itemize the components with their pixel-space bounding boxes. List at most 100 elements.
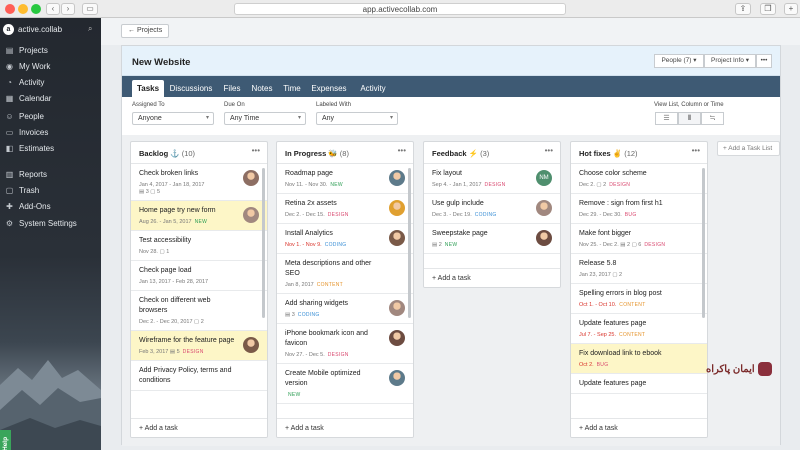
share-icon[interactable]: ⇪ (735, 3, 751, 15)
close-window-button[interactable] (5, 4, 15, 14)
list-view-icon[interactable]: ☰ (655, 112, 678, 125)
sidebar-toggle-icon[interactable]: ▭ (82, 3, 98, 15)
task-card[interactable]: Home page try new form Aug 26. - Jan 5, 2… (131, 201, 267, 231)
timeline-view-icon[interactable]: ≒ (701, 112, 724, 125)
task-card[interactable]: Retina 2x assets Dec 2. - Dec 15. DESIGN (277, 194, 413, 224)
back-button[interactable]: ‹ (46, 3, 60, 15)
view-mode-label: View List, Column or Time (654, 102, 724, 108)
assigned-to-select[interactable]: Anyone ▾ (132, 112, 214, 125)
sidebar-item-estimates[interactable]: ◧ Estimates (0, 140, 101, 156)
task-card[interactable]: Sweepstake page ▤ 2 NEW (424, 224, 560, 254)
projects-back-button[interactable]: ← Projects (121, 24, 170, 38)
task-column: Hot fixes ✌ (12) ••• Choose color scheme De… (570, 141, 708, 438)
sidebar-item-reports[interactable]: ▥ Reports (0, 166, 101, 182)
task-card[interactable]: Install Analytics Nov 1. - Nov 9. CODING (277, 224, 413, 254)
project-info-button[interactable]: Project Info ▾ (704, 54, 756, 68)
task-card[interactable]: Make font bigger Nov 25. - Dec 2. ▤ 2 ▢ 6… (571, 224, 707, 254)
add-task-list-button[interactable]: + Add a Task List (717, 141, 780, 156)
tab-notes[interactable]: Notes (248, 80, 276, 97)
column-count: (8) (339, 149, 349, 158)
column-title[interactable]: In Progress 🐝 (8) (285, 149, 349, 158)
task-card[interactable]: iPhone bookmark icon and favicon Nov 27. … (277, 324, 413, 364)
sidebar-item-my-work[interactable]: ◉ My Work (0, 58, 101, 74)
assignee-avatar[interactable] (389, 330, 405, 346)
new-tab-button[interactable]: + (784, 3, 798, 15)
task-card[interactable]: Fix download link to ebook Oct 2. BUG (571, 344, 707, 374)
search-icon[interactable]: ⌕ (88, 24, 92, 34)
column-scrollbar[interactable] (262, 168, 265, 318)
column-menu-button[interactable]: ••• (398, 146, 406, 155)
task-card[interactable]: Create Mobile optimized version NEW (277, 364, 413, 404)
assignee-avatar[interactable] (389, 370, 405, 386)
task-card[interactable]: Fix layout Sep 4. - Jan 1, 2017 DESIGN NM (424, 164, 560, 194)
task-card[interactable]: Spelling errors in blog post Oct 1. - Oct… (571, 284, 707, 314)
task-card[interactable]: Add Privacy Policy, terms and conditions (131, 361, 267, 391)
column-menu-button[interactable]: ••• (545, 146, 553, 155)
column-scrollbar[interactable] (408, 168, 411, 318)
help-tab[interactable]: Help (0, 430, 11, 450)
address-bar[interactable]: app.activecollab.com (234, 3, 566, 15)
task-card[interactable]: Check page load Jan 13, 2017 - Feb 28, 20… (131, 261, 267, 291)
task-card[interactable]: Meta descriptions and other SEO Jan 8, 20… (277, 254, 413, 294)
add-task-button[interactable]: + Add a task (571, 418, 707, 437)
column-menu-button[interactable]: ••• (692, 146, 700, 155)
assignee-avatar[interactable] (389, 200, 405, 216)
add-task-button[interactable]: + Add a task (131, 418, 267, 437)
task-card[interactable]: Test accessibility Nov 28. ▢ 1 (131, 231, 267, 261)
add-task-button[interactable]: + Add a task (424, 268, 560, 287)
assignee-avatar[interactable] (243, 170, 259, 186)
sidebar-item-invoices[interactable]: ▭ Invoices (0, 124, 101, 140)
assignee-avatar[interactable]: NM (536, 170, 552, 186)
tab-files[interactable]: Files (219, 80, 245, 97)
zoom-window-button[interactable] (31, 4, 41, 14)
column-title[interactable]: Backlog ⚓ (10) (139, 149, 195, 158)
task-card[interactable]: Check on different web browsers Dec 2. - … (131, 291, 267, 331)
tab-discussions[interactable]: Discussions (166, 80, 216, 97)
column-title[interactable]: Feedback ⚡ (3) (432, 149, 489, 158)
add-task-button[interactable]: + Add a task (277, 418, 413, 437)
sidebar-item-system-settings[interactable]: ⚙ System Settings (0, 215, 101, 231)
task-card[interactable]: Update features page (571, 374, 707, 394)
sidebar-item-projects[interactable]: ▤ Projects (0, 42, 101, 58)
task-title: Update features page (579, 320, 647, 327)
assignee-avatar[interactable] (536, 200, 552, 216)
tab-expenses[interactable]: Expenses (308, 80, 350, 97)
task-card[interactable]: Remove : sign from first h1 Dec 29. - Dec… (571, 194, 707, 224)
column-scrollbar[interactable] (702, 168, 705, 318)
column-title[interactable]: Hot fixes ✌ (12) (579, 149, 638, 158)
column-view-icon[interactable]: ⦀ (678, 112, 701, 125)
task-meta: Jan 23, 2017 ▢ 2 (579, 272, 699, 279)
task-card[interactable]: Roadmap page Nov 11. - Nov 30. NEW (277, 164, 413, 194)
sidebar-item-people[interactable]: ☺ People (0, 108, 101, 124)
sidebar-item-activity[interactable]: ◔ Activity (0, 74, 101, 90)
tab-tasks[interactable]: Tasks (132, 80, 164, 97)
tab-time[interactable]: Time (280, 80, 304, 97)
labeled-with-select[interactable]: Any ▾ (316, 112, 398, 125)
minimize-window-button[interactable] (18, 4, 28, 14)
forward-button[interactable]: › (61, 3, 75, 15)
assignee-avatar[interactable] (389, 230, 405, 246)
task-card[interactable]: Update features page Jul 7. - Sep 25. CONT… (571, 314, 707, 344)
assignee-avatar[interactable] (243, 337, 259, 353)
assignee-avatar[interactable] (536, 230, 552, 246)
task-card[interactable]: Use gulp include Dec 3. - Dec 19. CODING (424, 194, 560, 224)
tab-activity[interactable]: Activity (354, 80, 392, 97)
project-more-button[interactable]: ••• (756, 54, 772, 68)
sidebar-item-trash[interactable]: ▢ Trash (0, 182, 101, 198)
task-card[interactable]: Wireframe for the feature page Feb 3, 201… (131, 331, 267, 361)
assignee-avatar[interactable] (389, 170, 405, 186)
task-card[interactable]: Release 5.8 Jan 23, 2017 ▢ 2 (571, 254, 707, 284)
task-card[interactable]: Check broken links Jan 4, 2017 - Jan 18, … (131, 164, 267, 201)
due-on-select[interactable]: Any Time ▾ (224, 112, 306, 125)
brand[interactable]: a active.collab (3, 22, 62, 36)
tabs-icon[interactable]: ❐ (760, 3, 776, 15)
task-card[interactable]: Choose color scheme Dec 2. ▢ 2 DESIGN (571, 164, 707, 194)
task-label: CONTENT (619, 332, 646, 338)
column-menu-button[interactable]: ••• (252, 146, 260, 155)
sidebar-item-calendar[interactable]: ▦ Calendar (0, 90, 101, 106)
sidebar-item-add-ons[interactable]: ✚ Add-Ons (0, 198, 101, 214)
assignee-avatar[interactable] (389, 300, 405, 316)
assignee-avatar[interactable] (243, 207, 259, 223)
people-button[interactable]: People (7) ▾ (654, 54, 704, 68)
task-card[interactable]: Add sharing widgets ▤ 3 CODING (277, 294, 413, 324)
